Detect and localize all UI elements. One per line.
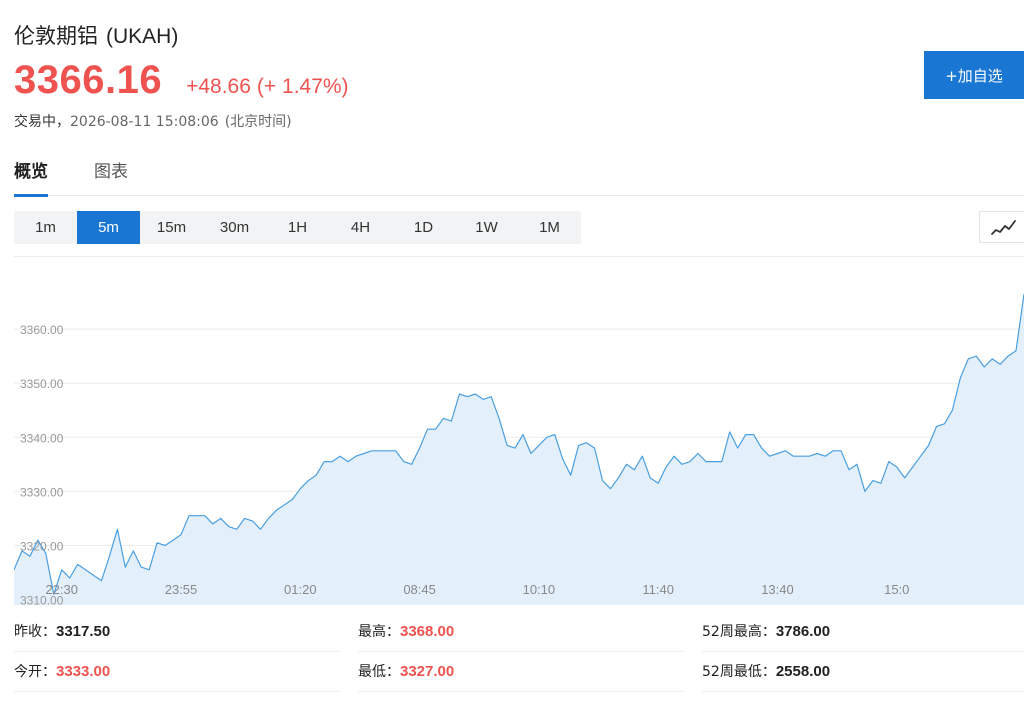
stat-prev-close: 昨收：3317.50: [14, 612, 340, 652]
interval-1m[interactable]: 1m: [14, 211, 77, 244]
stat-label: 52周最高：: [702, 624, 776, 640]
stats-row: 昨收：3317.50 最高：3368.00 52周最高：3786.00: [14, 612, 1024, 652]
stat-value: 3786.00: [775, 623, 831, 640]
stat-low: 最低：3327.00: [358, 652, 684, 692]
interval-1d[interactable]: 1D: [392, 211, 455, 244]
instrument-name: 伦敦期铝: [14, 24, 98, 48]
stat-high: 最高：3368.00: [358, 612, 684, 652]
page-tabs: 概览 图表: [14, 160, 1024, 197]
interval-1h[interactable]: 1H: [266, 211, 329, 244]
interval-1mo[interactable]: 1M: [518, 211, 581, 244]
chart-type-button[interactable]: [979, 211, 1024, 243]
y-tick-label: 3330.00: [20, 485, 64, 499]
x-tick-label: 10:10: [523, 582, 556, 597]
trading-status-line: 交易中，2026-08-11 15:08:06 (北京时间): [14, 111, 292, 131]
current-price: 3366.16: [14, 58, 163, 102]
stat-value: 2558.00: [775, 663, 831, 680]
price-chart: 3310.00 3320.00 3330.00 3340.00 3350.00 3360.…: [13, 256, 1024, 608]
instrument-code: (UKAH): [106, 25, 179, 48]
y-tick-label: 3350.00: [20, 377, 64, 391]
tab-overview[interactable]: 概览: [14, 160, 48, 197]
x-tick-label: 13:40: [761, 582, 794, 597]
interval-30m[interactable]: 30m: [203, 211, 266, 244]
stat-value: 3368.00: [400, 623, 455, 640]
stat-label: 最高：: [358, 624, 400, 640]
y-tick-label: 3320.00: [20, 539, 64, 553]
x-tick-label: 22:30: [45, 582, 78, 597]
interval-5m[interactable]: 5m: [77, 211, 140, 244]
instrument-title: 伦敦期铝 (UKAH): [14, 20, 178, 50]
y-tick-label: 3360.00: [20, 323, 64, 337]
tab-chart[interactable]: 图表: [94, 160, 128, 196]
stat-value: 3317.50: [56, 623, 111, 640]
stat-52w-low: 52周最低：2558.00: [702, 652, 1024, 692]
quote-datetime: 2026-08-11 15:08:06: [70, 114, 219, 130]
price-chart-svg: 3310.003320.003330.003340.003350.003360.…: [13, 293, 1024, 608]
stats-table: 昨收：3317.50 最高：3368.00 52周最高：3786.00 今开：3…: [14, 612, 1024, 692]
stat-label: 今开：: [14, 664, 56, 680]
add-to-watchlist-button[interactable]: +加自选: [924, 51, 1024, 99]
stat-open: 今开：3333.00: [14, 652, 340, 692]
line-chart-icon: [991, 220, 1016, 235]
price-area: [14, 293, 1024, 605]
interval-15m[interactable]: 15m: [140, 211, 203, 244]
stat-label: 最低：: [358, 664, 400, 680]
trading-status: 交易中，: [14, 114, 70, 130]
interval-1w[interactable]: 1W: [455, 211, 518, 244]
y-tick-label: 3340.00: [20, 431, 64, 445]
x-tick-label: 08:45: [403, 582, 436, 597]
stat-value: 3333.00: [56, 663, 111, 680]
timezone-label: (北京时间): [224, 114, 292, 130]
x-tick-label: 15:0: [884, 582, 909, 597]
x-tick-label: 23:55: [165, 582, 198, 597]
stat-value: 3327.00: [400, 663, 455, 680]
x-tick-label: 01:20: [284, 582, 317, 597]
x-tick-label: 11:40: [642, 582, 674, 597]
stats-row: 今开：3333.00 最低：3327.00 52周最低：2558.00: [14, 652, 1024, 692]
interval-4h[interactable]: 4H: [329, 211, 392, 244]
stat-label: 52周最低：: [702, 664, 776, 680]
change-percent: (+ 1.47%): [256, 75, 349, 98]
quote-row: 3366.16 +48.66 (+ 1.47%): [14, 58, 349, 103]
price-change: +48.66 (+ 1.47%): [186, 75, 348, 99]
change-amount: +48.66: [186, 75, 251, 98]
stat-label: 昨收：: [14, 624, 56, 640]
interval-selector: 1m 5m 15m 30m 1H 4H 1D 1W 1M: [14, 211, 581, 244]
stat-52w-high: 52周最高：3786.00: [702, 612, 1024, 652]
